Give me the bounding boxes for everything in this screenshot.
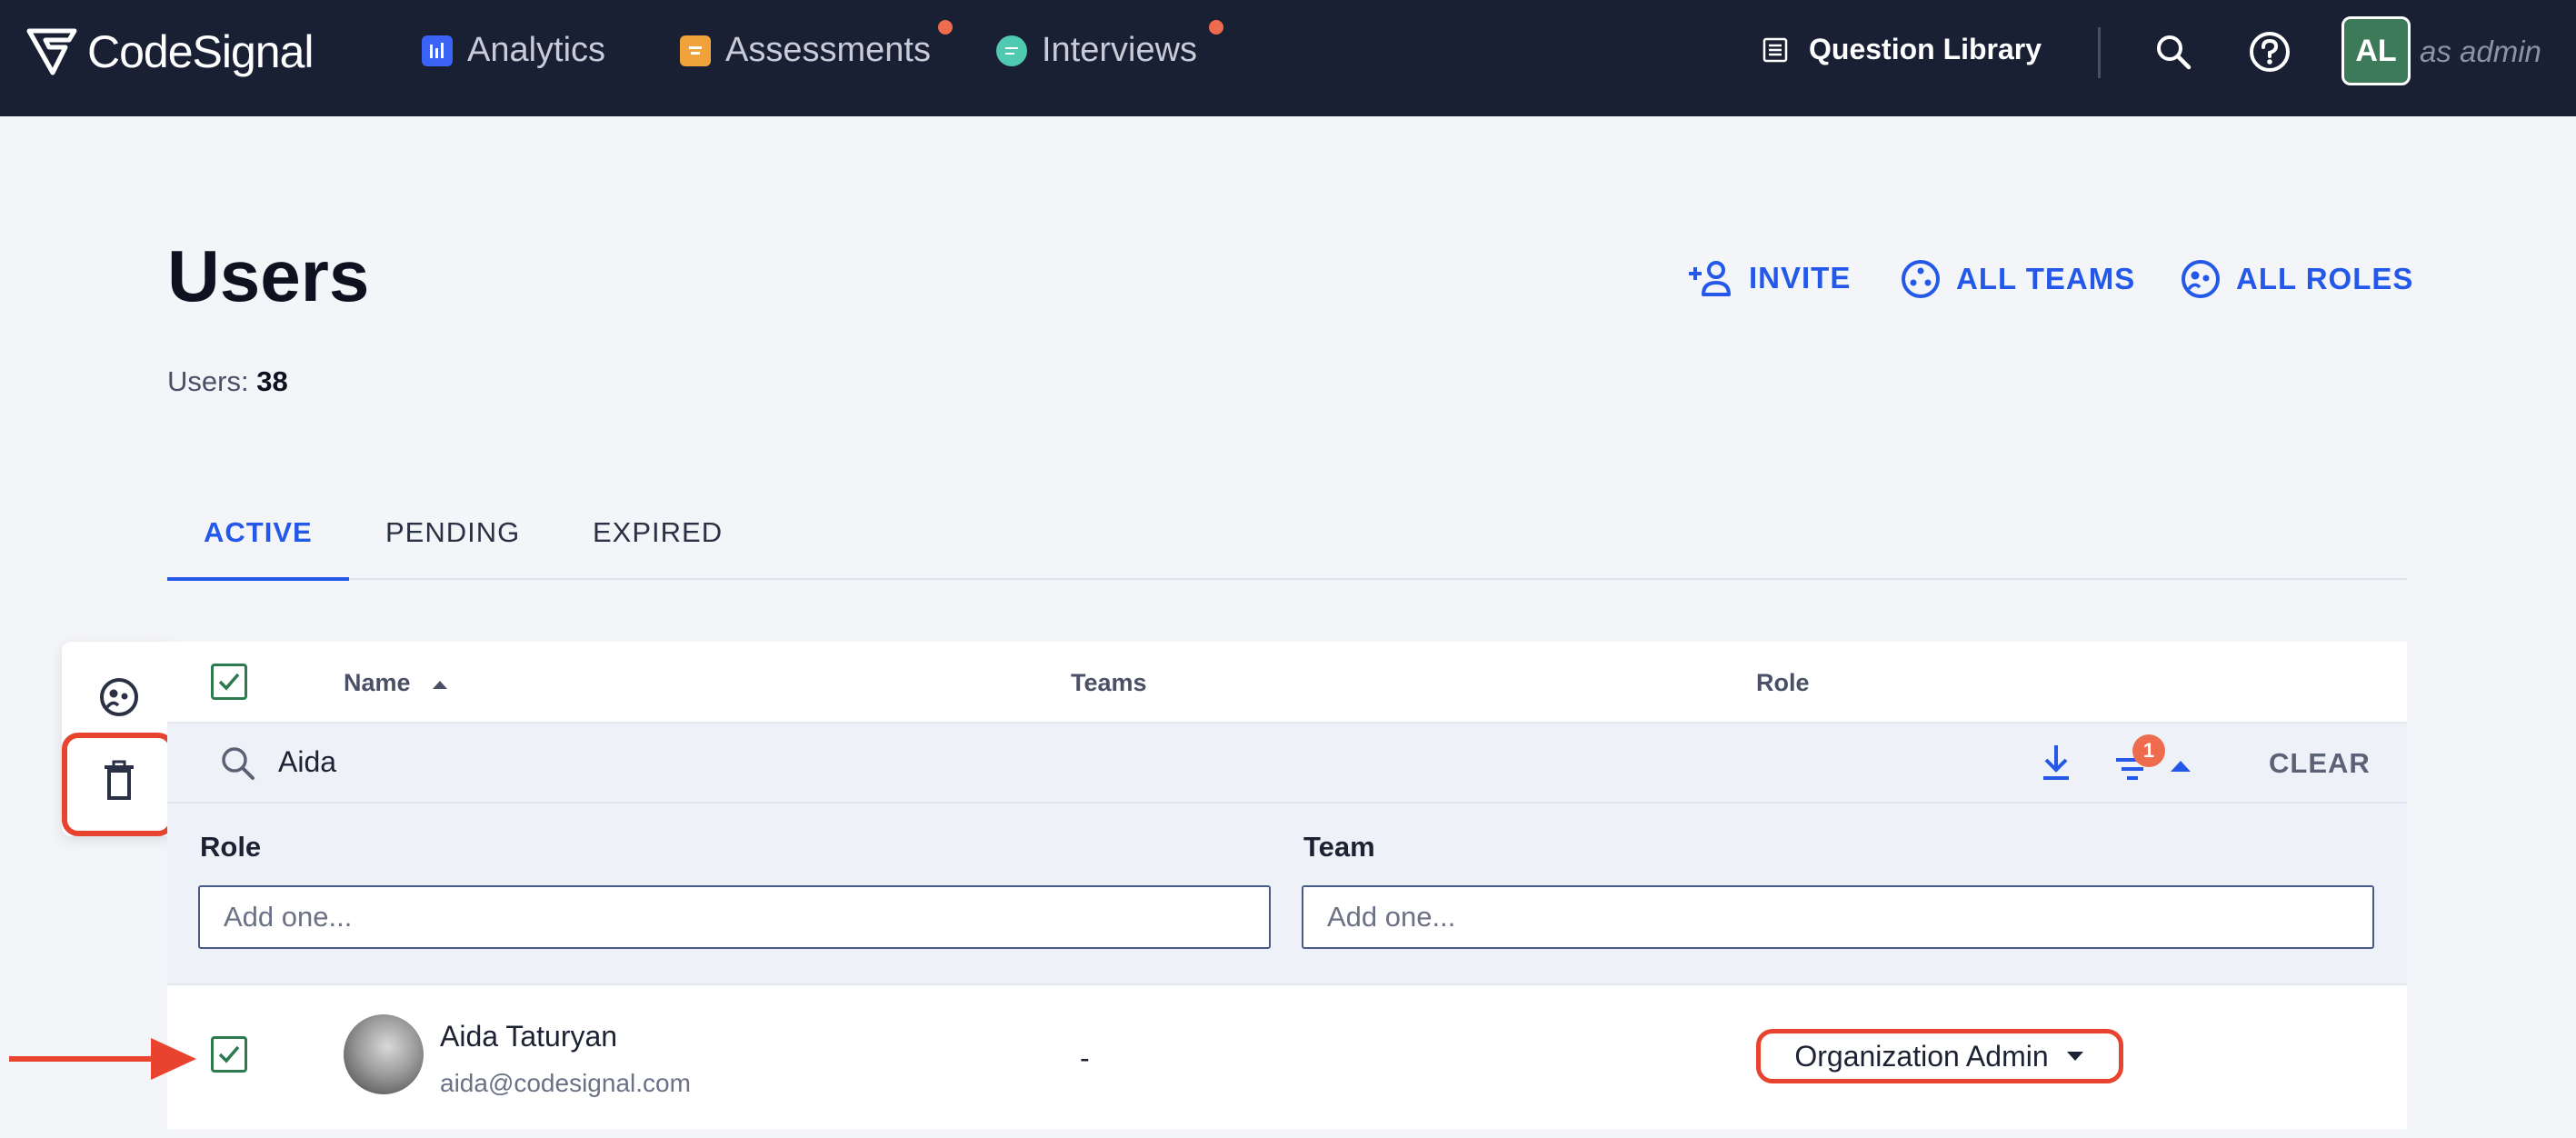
role-filter-input[interactable]: [198, 885, 1271, 949]
clear-button[interactable]: CLEAR: [2269, 747, 2371, 780]
user-email: aida@codesignal.com: [440, 1069, 691, 1097]
codesignal-logo-icon: [26, 28, 77, 75]
filter-toggle-button[interactable]: 1: [2112, 734, 2203, 787]
codesignal-logo[interactable]: CodeSignal: [25, 25, 315, 78]
tab-active[interactable]: ACTIVE: [204, 516, 313, 549]
roles-icon: [100, 678, 138, 716]
users-count-label: Users:: [167, 365, 249, 397]
chevron-up-icon: [2171, 761, 2191, 772]
nav-assessments[interactable]: Assessments: [680, 20, 953, 70]
logo-text: CodeSignal: [87, 26, 315, 77]
delete-highlight-annotation: [62, 733, 175, 836]
select-all-checkbox[interactable]: [211, 664, 247, 700]
user-teams: -: [1080, 1042, 1090, 1074]
row-checkbox[interactable]: [211, 1036, 247, 1073]
change-role-button[interactable]: [96, 674, 142, 720]
sort-ascending-icon: [433, 681, 448, 689]
analytics-icon: [422, 35, 453, 66]
nav-divider: [2098, 27, 2101, 78]
filter-count-badge: 1: [2132, 734, 2165, 767]
search-icon: [222, 747, 255, 780]
user-avatar[interactable]: AL: [2341, 16, 2411, 85]
nav-interviews-label: Interviews: [1042, 31, 1198, 69]
column-header-teams[interactable]: Teams: [1071, 669, 1147, 697]
invite-label: INVITE: [1749, 261, 1852, 294]
nav-assessments-label: Assessments: [725, 31, 931, 69]
tab-pending[interactable]: PENDING: [385, 516, 520, 549]
role-dropdown-value: Organization Admin: [1794, 1039, 2049, 1073]
column-header-name[interactable]: Name: [344, 669, 450, 697]
search-button[interactable]: [2149, 27, 2198, 76]
notification-dot: [1209, 20, 1223, 35]
search-icon: [2157, 35, 2192, 70]
as-admin-label: as admin: [2420, 35, 2541, 68]
table-row[interactable]: Aida Taturyan aida@codesignal.com - Orga…: [167, 983, 2407, 1129]
column-header-role[interactable]: Role: [1756, 669, 1810, 697]
user-name[interactable]: Aida Taturyan: [440, 1020, 617, 1053]
checkmark-icon: [218, 1045, 240, 1063]
add-user-icon: [1689, 261, 1731, 296]
search-row: Aida 1 CLEAR: [167, 724, 2407, 804]
help-icon: [2250, 32, 2290, 72]
teams-icon: [1902, 260, 1940, 298]
checkmark-icon: [218, 673, 240, 691]
assessments-icon: [680, 35, 711, 66]
search-input[interactable]: Aida: [278, 745, 336, 779]
arrow-annotation-icon: [9, 1038, 196, 1080]
download-icon: [2043, 745, 2069, 780]
avatar: [344, 1014, 424, 1094]
question-library-label: Question Library: [1809, 33, 2042, 65]
list-icon: [1762, 37, 1788, 62]
table-header: Name Teams Role: [167, 642, 2407, 724]
column-header-name-label: Name: [344, 669, 411, 696]
top-navigation-bar: CodeSignal Analytics Assessments Intervi…: [0, 0, 2576, 116]
role-dropdown[interactable]: Organization Admin: [1756, 1029, 2123, 1083]
nav-analytics-label: Analytics: [467, 31, 606, 69]
invite-button[interactable]: INVITE: [1687, 258, 1851, 298]
download-button[interactable]: [2036, 742, 2076, 785]
all-teams-label: ALL TEAMS: [1956, 262, 2136, 295]
interviews-icon: [996, 35, 1027, 66]
nav-analytics[interactable]: Analytics: [422, 31, 605, 70]
nav-interviews[interactable]: Interviews: [996, 20, 1223, 70]
all-teams-button[interactable]: ALL TEAMS: [1900, 258, 2135, 300]
question-library-link[interactable]: Question Library: [1762, 33, 2042, 66]
role-filter-label: Role: [200, 831, 262, 863]
team-filter-label: Team: [1303, 831, 1375, 863]
all-roles-label: ALL ROLES: [2236, 262, 2414, 295]
tab-expired[interactable]: EXPIRED: [593, 516, 723, 549]
roles-icon: [2182, 260, 2220, 298]
page-title: Users: [167, 235, 370, 316]
chevron-down-icon: [2066, 1052, 2083, 1061]
all-roles-button[interactable]: ALL ROLES: [2180, 258, 2413, 300]
notification-dot: [938, 20, 953, 35]
status-tabs: ACTIVE PENDING EXPIRED: [167, 505, 2407, 581]
users-count-value: 38: [256, 365, 288, 397]
team-filter-input[interactable]: [1302, 885, 2374, 949]
users-count: Users: 38: [167, 365, 288, 398]
active-tab-indicator: [167, 577, 349, 581]
help-button[interactable]: [2245, 27, 2294, 76]
